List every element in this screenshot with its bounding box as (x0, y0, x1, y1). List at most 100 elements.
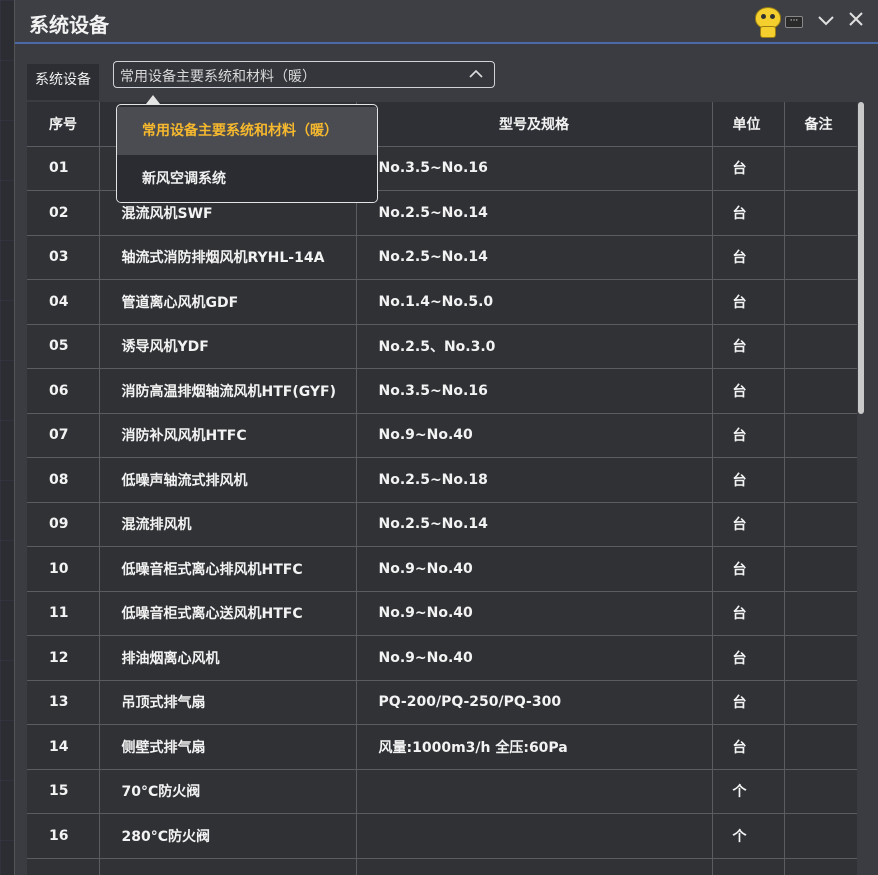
cell-name: 轴流式消防排烟风机RYHL-14A (99, 235, 357, 280)
cell-index: 12 (27, 635, 100, 681)
cell-unit: 个 (712, 813, 785, 859)
chevron-up-icon (468, 64, 484, 84)
table-row[interactable]: 08 低噪声轴流式排风机 No.2.5~No.18 台 (27, 457, 857, 503)
cell-name: 280°C防火阀 (99, 813, 357, 859)
window-title: 系统设备 (29, 13, 109, 37)
cell-index: 10 (27, 546, 100, 592)
cell-index: 14 (27, 724, 100, 770)
cell-unit: 台 (712, 724, 785, 770)
system-equipment-window: 系统设备 ··· 系统设备 常用设备主要系统和材料（暖） 序号 型号及规格 单位… (14, 0, 878, 875)
cell-name: 低噪音柜式离心送风机HTFC (99, 591, 357, 636)
cell-index: 09 (27, 502, 100, 547)
table-row[interactable]: 14 侧壁式排气扇 风量:1000m3/h 全压:60Pa 台 (27, 724, 857, 770)
dropdown-option-heating[interactable]: 常用设备主要系统和材料（暖） (117, 107, 377, 155)
cell-unit: 台 (712, 546, 785, 592)
cell-unit: 台 (712, 190, 785, 236)
table-row[interactable]: 03 轴流式消防排烟风机RYHL-14A No.2.5~No.14 台 (27, 235, 857, 280)
chevron-down-icon (818, 16, 834, 26)
mascot-icon[interactable] (755, 7, 783, 39)
cell-spec: No.2.5~No.14 (356, 502, 713, 547)
cell-name: 混流排风机 (99, 502, 357, 547)
cell-note (784, 858, 857, 875)
cell-unit: 台 (712, 635, 785, 681)
close-button[interactable] (845, 10, 867, 32)
cell-note (784, 502, 857, 547)
cell-spec (356, 769, 713, 814)
cell-name: 消防补风风机HTFC (99, 413, 357, 458)
equipment-table: 序号 型号及规格 单位 备注 01 No.3.5~No.16 台 02 混流风机SWF N… (27, 102, 857, 875)
cell-index: 02 (27, 190, 100, 236)
cell-spec: No.9~No.40 (356, 413, 713, 458)
table-row[interactable]: 15 70°C防火阀 个 (27, 769, 857, 814)
title-bar: 系统设备 ··· (15, 0, 878, 44)
cell-unit: 台 (712, 368, 785, 414)
system-dropdown-menu: 常用设备主要系统和材料（暖） 新风空调系统 (116, 104, 378, 203)
cell-note (784, 190, 857, 236)
cell-spec: No.2.5、No.3.0 (356, 324, 713, 369)
cell-spec: No.3.5~No.16 (356, 368, 713, 414)
cell-index: 04 (27, 279, 100, 325)
cell-note (784, 457, 857, 503)
cell-name: 诱导风机YDF (99, 324, 357, 369)
cell-unit (712, 858, 785, 875)
cell-spec: No.2.5~No.14 (356, 190, 713, 236)
cell-spec (356, 858, 713, 875)
cell-name: 消防高温排烟轴流风机HTF(GYF) (99, 368, 357, 414)
cell-note (784, 724, 857, 770)
cell-index: 13 (27, 680, 100, 725)
table-row[interactable]: 11 低噪音柜式离心送风机HTFC No.9~No.40 台 (27, 591, 857, 636)
cell-unit: 台 (712, 324, 785, 369)
collapse-button[interactable] (815, 10, 837, 32)
cell-unit: 台 (712, 457, 785, 503)
cell-note (784, 546, 857, 592)
cell-unit: 台 (712, 502, 785, 547)
table-row[interactable]: 07 消防补风风机HTFC No.9~No.40 台 (27, 413, 857, 458)
header-spec: 型号及规格 (356, 102, 713, 147)
cell-unit: 台 (712, 235, 785, 280)
table-row[interactable]: 13 吊顶式排气扇 PQ-200/PQ-250/PQ-300 台 (27, 680, 857, 725)
cell-note (784, 680, 857, 725)
cell-spec (356, 813, 713, 859)
cell-unit: 台 (712, 680, 785, 725)
cell-note (784, 635, 857, 681)
table-row[interactable]: 04 管道离心风机GDF No.1.4~No.5.0 台 (27, 279, 857, 325)
cell-name: 排油烟离心风机 (99, 635, 357, 681)
cell-index: 11 (27, 591, 100, 636)
cell-spec: No.9~No.40 (356, 635, 713, 681)
cell-name: 侧壁式排气扇 (99, 724, 357, 770)
cell-index: 01 (27, 146, 100, 191)
cell-name: 低噪音柜式离心排风机HTFC (99, 546, 357, 592)
header-index: 序号 (27, 102, 100, 147)
table-row[interactable]: 05 诱导风机YDF No.2.5、No.3.0 台 (27, 324, 857, 369)
cell-index (27, 858, 100, 875)
table-row[interactable] (27, 858, 857, 875)
table-row[interactable]: 12 排油烟离心风机 No.9~No.40 台 (27, 635, 857, 681)
cell-name: 管道离心风机GDF (99, 279, 357, 325)
table-row[interactable]: 09 混流排风机 No.2.5~No.14 台 (27, 502, 857, 547)
system-select[interactable]: 常用设备主要系统和材料（暖） (113, 61, 495, 88)
cell-unit: 台 (712, 146, 785, 191)
cell-name (99, 858, 357, 875)
cell-spec: PQ-200/PQ-250/PQ-300 (356, 680, 713, 725)
header-note: 备注 (784, 102, 857, 147)
cell-note (784, 324, 857, 369)
system-select-value: 常用设备主要系统和材料（暖） (120, 69, 316, 85)
cell-spec: No.1.4~No.5.0 (356, 279, 713, 325)
cell-note (784, 368, 857, 414)
cell-unit: 台 (712, 279, 785, 325)
table-row[interactable]: 16 280°C防火阀 个 (27, 813, 857, 859)
table-row[interactable]: 10 低噪音柜式离心排风机HTFC No.9~No.40 台 (27, 546, 857, 592)
cell-note (784, 769, 857, 814)
cell-spec: 风量:1000m3/h 全压:60Pa (356, 724, 713, 770)
cell-note (784, 813, 857, 859)
table-scrollbar[interactable] (858, 102, 864, 414)
dropdown-option-fresh-air[interactable]: 新风空调系统 (117, 155, 377, 202)
cell-note (784, 413, 857, 458)
more-icon[interactable]: ··· (785, 16, 803, 28)
cell-spec: No.3.5~No.16 (356, 146, 713, 191)
cell-spec: No.2.5~No.14 (356, 235, 713, 280)
system-filter-label: 系统设备 (27, 64, 99, 100)
cell-spec: No.2.5~No.18 (356, 457, 713, 503)
table-row[interactable]: 06 消防高温排烟轴流风机HTF(GYF) No.3.5~No.16 台 (27, 368, 857, 414)
cell-index: 06 (27, 368, 100, 414)
